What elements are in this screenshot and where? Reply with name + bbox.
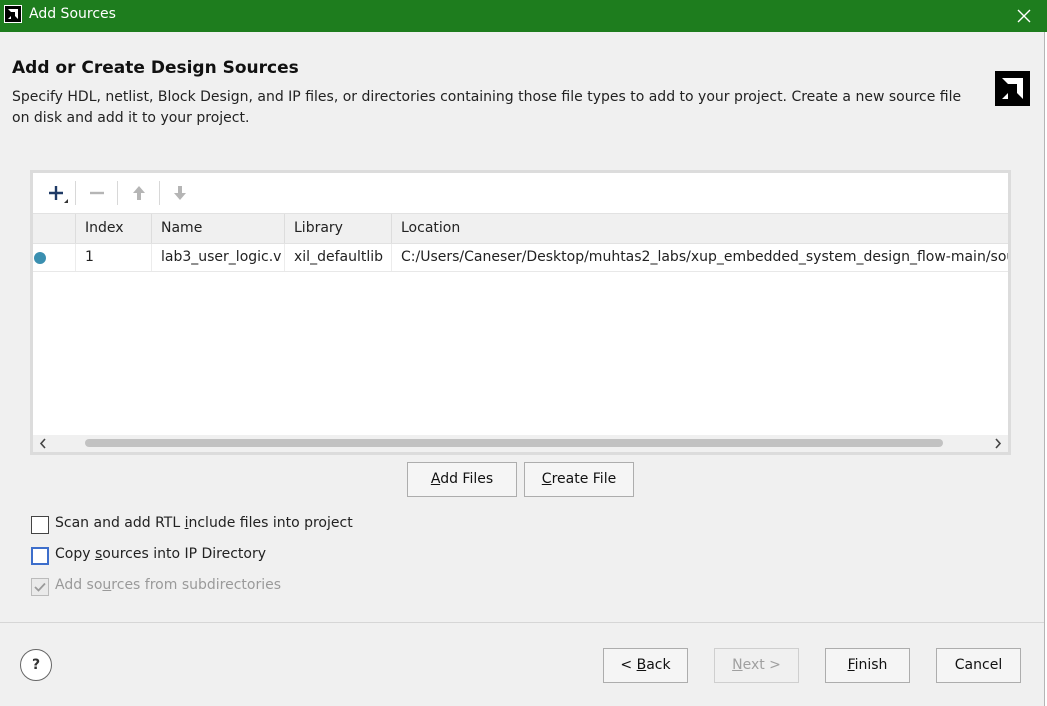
scan-rtl-label: Scan and add RTL include files into proj… (55, 515, 353, 531)
move-down-icon (165, 179, 195, 207)
copy-sources-label: Copy sources into IP Directory (55, 546, 267, 562)
column-header-index[interactable]: Index (75, 214, 151, 243)
sources-table: Index Name Library Location 1 lab3_user_… (30, 170, 1011, 455)
add-subdirectories-label: Add sources from subdirectories (55, 577, 282, 593)
add-files-button[interactable]: Add Files (407, 462, 517, 497)
title-bar: Add Sources (0, 0, 1047, 32)
toolbar-separator (75, 181, 76, 205)
source-status-icon (34, 252, 46, 264)
cancel-button[interactable]: Cancel (936, 648, 1021, 683)
table-row[interactable]: 1 lab3_user_logic.v xil_defaultlib C:/Us… (33, 244, 1008, 272)
scroll-right-icon[interactable] (989, 435, 1006, 452)
table-toolbar (33, 173, 1008, 213)
column-header-marker[interactable] (33, 214, 75, 243)
move-up-icon (124, 179, 154, 207)
toolbar-separator (159, 181, 160, 205)
close-icon[interactable] (1001, 0, 1047, 32)
help-button[interactable]: ? (20, 649, 52, 681)
cell-name: lab3_user_logic.v (151, 244, 284, 271)
remove-icon (82, 179, 112, 207)
create-file-label: reate File (551, 471, 617, 487)
main-content: Add or Create Design Sources Specify HDL… (0, 32, 1044, 622)
window-title: Add Sources (29, 6, 116, 22)
horizontal-scrollbar[interactable] (33, 435, 1008, 452)
window-edge (1044, 32, 1045, 706)
copy-sources-checkbox[interactable] (31, 547, 49, 565)
scroll-left-icon[interactable] (35, 435, 52, 452)
toolbar-separator (117, 181, 118, 205)
dialog-footer: ? < Back Next > Finish Cancel (0, 623, 1044, 706)
back-button[interactable]: < Back (603, 648, 688, 683)
column-header-library[interactable]: Library (284, 214, 391, 243)
app-logo-icon (4, 5, 22, 23)
table-header: Index Name Library Location (33, 213, 1008, 244)
column-header-location[interactable]: Location (391, 214, 1008, 243)
page-heading: Add or Create Design Sources (12, 58, 299, 78)
add-files-label: dd Files (440, 471, 494, 487)
cell-location: C:/Users/Caneser/Desktop/muhtas2_labs/xu… (391, 244, 1008, 271)
create-file-button[interactable]: Create File (524, 462, 634, 497)
cell-library: xil_defaultlib (284, 244, 391, 271)
scan-rtl-checkbox[interactable] (31, 516, 49, 534)
column-header-name[interactable]: Name (151, 214, 284, 243)
add-subdirectories-checkbox (31, 578, 49, 596)
add-icon[interactable] (41, 179, 71, 207)
page-description: Specify HDL, netlist, Block Design, and … (12, 89, 962, 126)
next-button: Next > (714, 648, 799, 683)
scrollbar-thumb[interactable] (85, 439, 943, 447)
add-files-mnemonic: A (430, 471, 441, 487)
amd-logo-icon (995, 71, 1030, 106)
create-file-mnemonic: C (541, 471, 552, 487)
finish-button[interactable]: Finish (825, 648, 910, 683)
cell-index: 1 (75, 244, 151, 271)
